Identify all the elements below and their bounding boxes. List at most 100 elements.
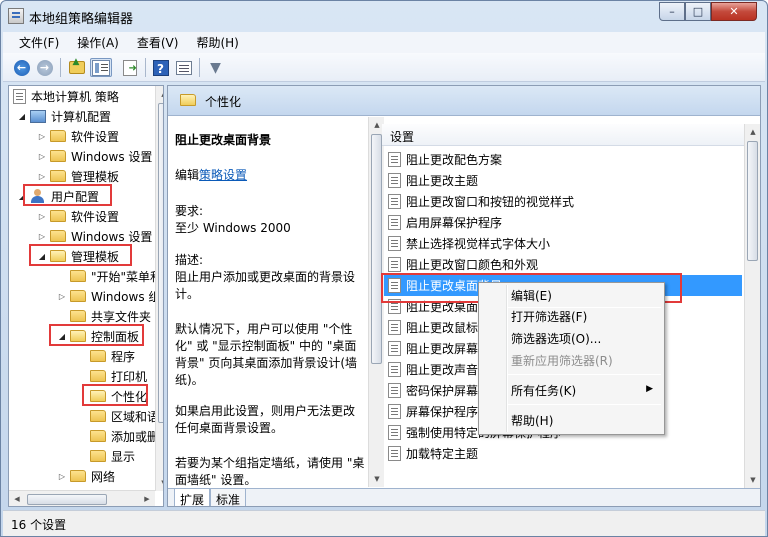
export-list-button[interactable] [120, 58, 139, 77]
setting-row[interactable]: 加载特定主题 [384, 443, 742, 464]
tree-item-shared-folders[interactable]: 共享文件夹 [57, 306, 151, 326]
tree-item-region-language[interactable]: 区域和语言 [77, 406, 163, 426]
tree-item-label: 显示 [111, 449, 136, 464]
description-paragraph-1: 阻止用户添加或更改桌面的背景设计。 [175, 270, 356, 301]
expand-icon[interactable]: ▷ [57, 472, 67, 481]
highlight-user-config [23, 184, 112, 206]
folder-icon [50, 170, 66, 182]
close-button[interactable]: ✕ [711, 2, 757, 21]
scroll-thumb[interactable] [27, 494, 107, 505]
expand-icon[interactable]: ▷ [37, 212, 47, 221]
tree-item-add-remove-programs[interactable]: 添加或删除程序 [77, 426, 163, 446]
policy-setting-icon [388, 257, 401, 272]
context-help[interactable]: 帮助(H) [482, 410, 661, 431]
requirement-value: 至少 Windows 2000 [175, 221, 291, 235]
menu-action[interactable]: 操作(A) [68, 34, 128, 51]
toolbar-separator [145, 58, 146, 77]
setting-row[interactable]: 禁止选择视觉样式字体大小 [384, 233, 742, 254]
tree-item-windows-settings[interactable]: ▷ Windows 设置 [37, 146, 152, 166]
tree-item-admin-templates[interactable]: ▷ 管理模板 [37, 166, 119, 186]
folder-icon [70, 310, 86, 322]
show-hide-tree-button[interactable] [90, 58, 112, 77]
expand-icon[interactable]: ▷ [37, 232, 47, 241]
help-button[interactable]: ? [151, 58, 170, 77]
expand-icon[interactable]: ▷ [57, 292, 67, 301]
tree-item-label: Windows 设置 [71, 149, 153, 164]
edit-prefix: 编辑 [175, 168, 200, 182]
tree-item-programs[interactable]: 程序 [77, 346, 135, 366]
forward-arrow-icon: → [36, 59, 53, 76]
tree-item-software-settings[interactable]: ▷ 软件设置 [37, 206, 119, 226]
tree-item-network[interactable]: ▷ 网络 [57, 466, 115, 486]
scroll-down-arrow[interactable]: ▼ [369, 471, 385, 487]
properties-button[interactable] [174, 58, 193, 77]
setting-row[interactable]: 阻止更改窗口和按钮的视觉样式 [384, 191, 742, 212]
tree-item-label: Windows 设置 [71, 229, 153, 244]
scroll-thumb[interactable] [158, 103, 163, 423]
tree-item-printers[interactable]: 打印机 [77, 366, 147, 386]
maximize-button[interactable]: □ [685, 2, 711, 21]
menu-view[interactable]: 查看(V) [128, 34, 188, 51]
context-edit[interactable]: 编辑(E) [482, 285, 661, 306]
setting-row[interactable]: 启用屏幕保护程序 [384, 212, 742, 233]
forward-button[interactable]: → [35, 58, 54, 77]
tree-horizontal-scrollbar[interactable]: ◀ ▶ [9, 490, 155, 506]
scroll-right-arrow[interactable]: ▶ [139, 491, 155, 506]
setting-label: 加载特定主题 [406, 447, 479, 461]
menu-file[interactable]: 文件(F) [3, 34, 68, 51]
setting-row[interactable]: 阻止更改配色方案 [384, 149, 742, 170]
policy-setting-icon [388, 194, 401, 209]
scroll-up-arrow[interactable]: ▲ [156, 86, 163, 102]
tree-item-windows-components[interactable]: ▷ Windows 组件 [57, 286, 163, 306]
policy-setting-icon [388, 173, 401, 188]
filter-button[interactable]: ▼ [206, 58, 225, 77]
scroll-down-arrow[interactable]: ▼ [156, 475, 163, 491]
folder-icon [70, 290, 86, 302]
minimize-button[interactable]: – [659, 2, 685, 21]
setting-row[interactable]: 阻止更改窗口颜色和外观 [384, 254, 742, 275]
expand-icon[interactable]: ▷ [37, 172, 47, 181]
scroll-thumb[interactable] [747, 141, 758, 261]
back-button[interactable]: ← [12, 58, 31, 77]
tree-item-start-menu[interactable]: "开始"菜单和任务栏 [57, 266, 163, 286]
scroll-down-arrow[interactable]: ▼ [745, 472, 760, 488]
context-open-filter[interactable]: 打开筛选器(F) [482, 306, 661, 327]
console-tree[interactable]: 本地计算机 策略 ◢ 计算机配置 ▷ 软件设置 ▷ Windows 设置 ▷ 管… [8, 85, 164, 507]
tree-item-windows-settings[interactable]: ▷ Windows 设置 [37, 226, 152, 246]
up-level-button[interactable] [67, 57, 86, 77]
status-bar: 16 个设置 [3, 510, 765, 536]
folder-icon [90, 370, 106, 382]
context-filter-options[interactable]: 筛选器选项(O)... [482, 328, 661, 349]
setting-title: 阻止更改桌面背景 [175, 133, 272, 147]
extended-description: 阻止更改桌面背景 编辑策略设置 要求: 至少 Windows 2000 描述: … [168, 117, 368, 487]
expand-icon[interactable]: ▷ [37, 132, 47, 141]
tree-item-label: 程序 [111, 349, 136, 364]
setting-row[interactable]: 阻止更改主题 [384, 170, 742, 191]
settings-list-scrollbar[interactable]: ▲ ▼ [744, 124, 760, 488]
scroll-thumb[interactable] [371, 134, 382, 364]
folder-icon [90, 430, 106, 442]
tree-item-display[interactable]: 显示 [77, 446, 135, 466]
context-all-tasks[interactable]: 所有任务(K) ▶ [482, 380, 661, 401]
back-arrow-icon: ← [13, 59, 30, 76]
column-header-setting[interactable]: 设置 [382, 124, 744, 146]
tree-vertical-scrollbar[interactable]: ▲ ▼ [155, 86, 163, 491]
edit-policy-link[interactable]: 策略设置 [199, 168, 247, 182]
scroll-up-arrow[interactable]: ▲ [745, 124, 760, 140]
tab-extended[interactable]: 扩展 [174, 489, 211, 506]
app-window: 本地组策略编辑器 – □ ✕ 文件(F) 操作(A) 查看(V) 帮助(H) ←… [0, 0, 768, 537]
collapse-icon[interactable]: ◢ [17, 112, 27, 121]
tree-root[interactable]: 本地计算机 策略 [13, 86, 119, 106]
tree-item-computer-config[interactable]: ◢ 计算机配置 [17, 106, 111, 126]
setting-label: 阻止更改声音 [406, 363, 479, 377]
scroll-left-arrow[interactable]: ◀ [9, 491, 25, 506]
title-bar[interactable]: 本地组策略编辑器 – □ ✕ [1, 1, 767, 31]
policy-setting-icon [388, 215, 401, 230]
tree-item-software-settings[interactable]: ▷ 软件设置 [37, 126, 119, 146]
highlight-admin-templates [29, 244, 132, 266]
expand-icon[interactable]: ▷ [37, 152, 47, 161]
menu-separator [508, 404, 661, 405]
folder-icon [70, 470, 86, 482]
menu-help[interactable]: 帮助(H) [187, 34, 247, 51]
tab-standard[interactable]: 标准 [210, 489, 247, 506]
